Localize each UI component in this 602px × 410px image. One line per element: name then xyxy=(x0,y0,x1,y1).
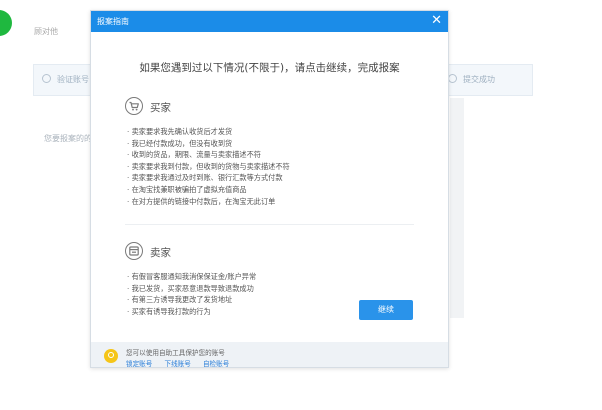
lock-account-link[interactable]: 锁定账号 xyxy=(126,360,152,367)
list-item: · 卖家要求我先确认收货后才发货 xyxy=(127,127,233,136)
self-help-footer: 您可以使用自助工具保护您的账号 锁定账号 下线账号 自检账号 xyxy=(91,342,448,367)
seller-case-list: · 有假冒客服通知我消保保证金/账户异常 · 我已发货，买家恶意退款导致退款成功… xyxy=(127,271,256,317)
dialog-title: 报案指南 xyxy=(97,17,129,26)
footer-tip: 您可以使用自助工具保护您的账号 xyxy=(126,349,225,357)
footer-links: 锁定账号 下线账号 自检账号 xyxy=(126,358,239,367)
offline-account-link[interactable]: 下线账号 xyxy=(164,360,190,367)
step-circle-icon xyxy=(42,74,51,83)
step-label: 提交成功 xyxy=(463,75,495,84)
list-item: · 买家有诱导我打款的行为 xyxy=(127,306,211,316)
check-account-link[interactable]: 自检账号 xyxy=(203,360,229,367)
status-dot xyxy=(0,10,12,36)
list-item: · 有第三方诱导我更改了发货地址 xyxy=(127,295,233,305)
continue-button[interactable]: 继续 xyxy=(359,300,413,320)
list-item: · 我已经付款成功，但没有收到货 xyxy=(127,138,233,148)
list-item: · 收到的货品，期限、流量与卖家描述不符 xyxy=(127,150,261,160)
background-text: 您要报案的的 xyxy=(44,134,92,143)
step-verify-account: 验证账号 xyxy=(42,74,89,85)
buyer-section-title: 买家 xyxy=(150,102,171,114)
background-panel xyxy=(450,98,464,318)
list-item: · 卖家要求我通过及时到账、银行汇款等方式付款 xyxy=(127,173,283,183)
report-guide-dialog: 报案指南 ✕ 如果您遇到过以下情况(不限于)，请点击继续，完成报案 买家 · 卖… xyxy=(90,10,449,368)
list-item: · 在对方提供的链接中付款后，在淘宝无此订单 xyxy=(127,196,276,206)
seller-section-title: 卖家 xyxy=(150,247,171,259)
list-item: · 有假冒客服通知我消保保证金/账户异常 xyxy=(127,272,257,281)
store-icon xyxy=(125,242,143,260)
dialog-header: 报案指南 ✕ xyxy=(91,11,448,32)
step-submit-success: 提交成功 xyxy=(448,74,495,85)
side-label: 顾对他 xyxy=(34,27,58,36)
dialog-headline: 如果您遇到过以下情况(不限于)，请点击继续，完成报案 xyxy=(139,62,400,74)
shopping-cart-icon xyxy=(125,97,143,115)
lightbulb-icon xyxy=(104,349,118,363)
list-item: · 我已发货，买家恶意退款导致退款成功 xyxy=(127,283,254,293)
page: 顾对他 验证账号 提交成功 您要报案的的 报案指南 ✕ 如果您遇到过以下情况(不… xyxy=(0,0,602,410)
list-item: · 卖家要求我到付款，但收到的货物与卖家描述不符 xyxy=(127,161,290,171)
step-label: 验证账号 xyxy=(57,75,89,84)
buyer-case-list: · 卖家要求我先确认收货后才发货 · 我已经付款成功，但没有收到货 · 收到的货… xyxy=(127,126,290,207)
step-circle-icon xyxy=(448,74,457,83)
section-divider xyxy=(125,224,414,225)
close-icon[interactable]: ✕ xyxy=(431,13,442,29)
list-item: · 在淘宝找兼职被骗拍了虚拟充值商品 xyxy=(127,184,247,194)
